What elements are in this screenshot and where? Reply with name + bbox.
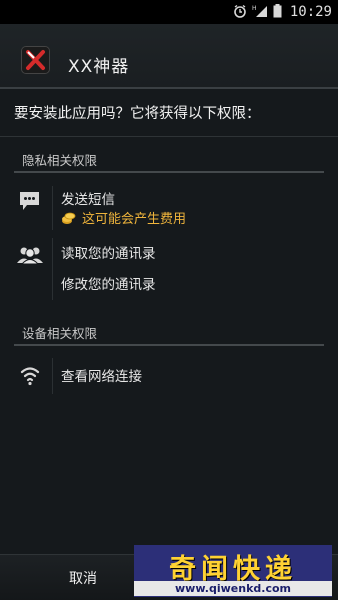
battery-icon [273,3,282,22]
permission-label: 发送短信 [61,192,115,208]
signal-icon: H [252,3,268,22]
permission-label: 查看网络连接 [61,369,142,385]
permission-warning-text: 这可能会产生费用 [82,212,187,227]
install-question: 要安装此应用吗？它将获得以下权限： [14,106,261,122]
status-time: 10:29 [289,4,332,20]
app-title: XX神器 [68,57,130,77]
permission-separator [52,238,53,300]
header-divider [0,87,338,89]
alarm-icon [233,3,247,22]
section-title-device: 设备相关权限 [22,326,98,341]
coins-icon [61,211,76,225]
app-logo-icon [21,46,50,74]
section-divider [14,344,324,346]
watermark-url: www.qiwenkd.com [134,581,332,596]
section-title-privacy: 隐私相关权限 [22,153,98,168]
permission-separator [52,186,53,230]
contacts-icon [16,245,44,269]
app-header: XX神器 [0,24,338,88]
permission-label: 修改您的通讯录 [61,277,156,293]
status-bar: H 10:29 [0,0,338,24]
sms-icon [18,190,42,216]
watermark: 奇闻快递 www.qiwenkd.com [134,545,332,597]
wifi-icon [20,364,40,390]
permission-warning: 这可能会产生费用 [61,208,186,227]
divider [0,136,338,137]
section-divider [14,171,324,173]
permission-separator [52,358,53,394]
svg-text:H: H [252,5,257,12]
permission-label: 读取您的通讯录 [61,246,156,262]
